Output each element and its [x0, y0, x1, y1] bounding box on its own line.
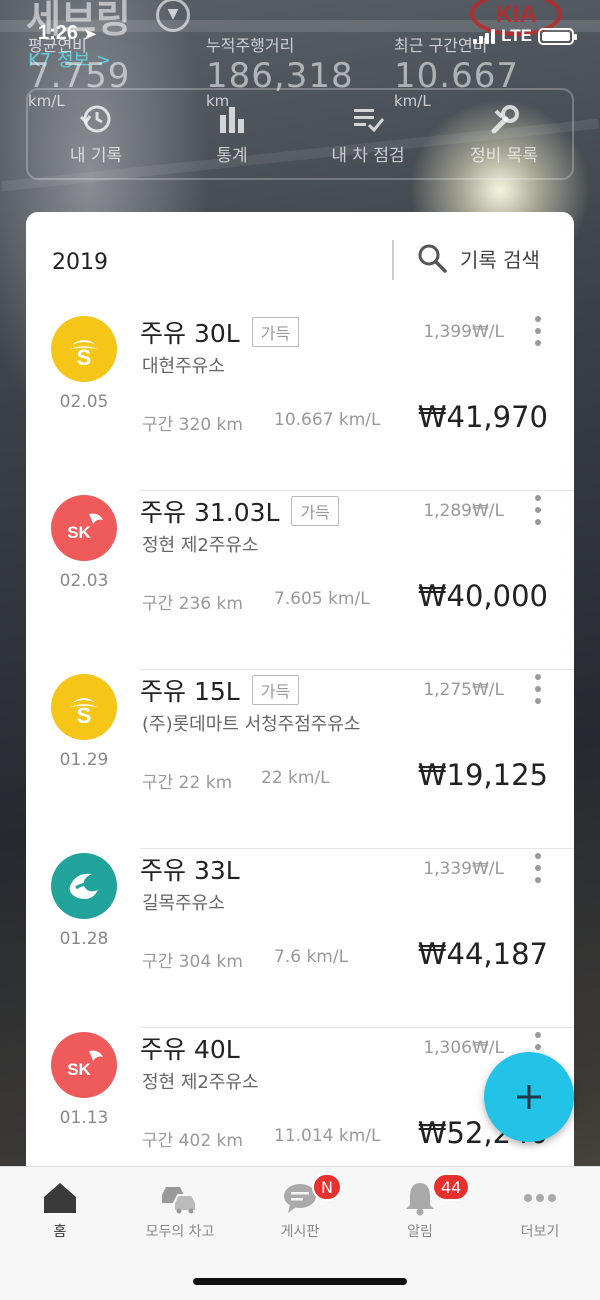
year-label: 2019 — [52, 250, 108, 275]
nav-label: 게시판 — [280, 1224, 320, 1240]
record-date: 01.29 — [59, 750, 109, 770]
network-type: LTE — [501, 26, 532, 45]
search-icon — [418, 244, 447, 273]
more-options-icon[interactable] — [532, 316, 544, 346]
more-options-icon[interactable] — [532, 674, 544, 704]
header-menu: 내 기록 통계 내 차 점검 정비 목록 — [26, 88, 574, 180]
menu-label: 내 기록 — [69, 145, 123, 166]
more-options-icon[interactable] — [532, 853, 544, 883]
unit-price: 1,275₩/L — [423, 680, 504, 700]
plus-icon — [517, 1085, 541, 1109]
segment-distance: 구간 320 km — [142, 415, 243, 435]
svg-text:S: S — [77, 345, 92, 369]
full-tank-tag: 가득 — [251, 675, 300, 705]
divider — [392, 240, 394, 280]
svg-text:S: S — [77, 703, 92, 727]
record-date: 02.03 — [59, 571, 109, 591]
full-tank-tag: 가득 — [291, 496, 339, 526]
history-icon — [79, 105, 111, 132]
fuel-record-item[interactable]: 01.28 주유 33L 길목주유소 1,339₩/L 구간 304 km 7.… — [26, 849, 574, 1028]
segment-distance: 구간 22 km — [142, 773, 233, 793]
nav-label: 더보기 — [520, 1224, 560, 1240]
battery-icon — [538, 27, 577, 45]
nav-notifications[interactable]: 44 알림 — [360, 1173, 480, 1241]
record-title: 주유 15L 가득 — [140, 672, 300, 708]
add-record-button[interactable] — [484, 1052, 574, 1142]
record-title: 주유 33L — [140, 856, 240, 885]
segment-distance: 구간 304 km — [142, 952, 243, 972]
full-tank-tag: 가득 — [251, 317, 300, 347]
nav-label: 모두의 차고 — [145, 1224, 215, 1240]
menu-car-inspection[interactable]: 내 차 점검 — [300, 90, 436, 178]
status-time: 1:26 ➤ — [38, 22, 97, 44]
segment-distance: 구간 402 km — [142, 1131, 243, 1151]
station-name: (주)롯데마트 서청주점주유소 — [142, 714, 361, 735]
location-icon: ➤ — [83, 26, 97, 43]
s-oil-logo-icon: S — [51, 316, 117, 382]
menu-label: 정비 목록 — [470, 145, 538, 166]
s-oil-logo-icon: S — [51, 674, 117, 740]
record-date: 01.13 — [59, 1108, 109, 1128]
records-card: 2019 기록 검색 S 02.05 주유 30L 가득 대현주유소 1,399₩… — [26, 212, 574, 1172]
status-indicators: LTE — [473, 26, 577, 46]
station-name: 정현 제2주유소 — [142, 1072, 259, 1093]
records-card-header: 2019 기록 검색 — [26, 212, 574, 312]
fuel-amount: ₩44,187 — [417, 937, 548, 971]
segment-efficiency: 7.6 km/L — [274, 947, 349, 967]
svg-text:SK: SK — [67, 1060, 91, 1079]
svg-text:SK: SK — [67, 523, 91, 542]
segment-efficiency: 7.605 km/L — [274, 589, 370, 609]
search-records-button[interactable]: 기록 검색 — [416, 242, 540, 274]
nav-everyones-garage[interactable]: 모두의 차고 — [120, 1179, 240, 1241]
fuel-amount: ₩19,125 — [417, 758, 548, 792]
new-badge: N — [312, 1173, 342, 1201]
menu-maintenance-list[interactable]: 정비 목록 — [436, 90, 572, 178]
station-name: 대현주유소 — [142, 356, 225, 377]
menu-statistics[interactable]: 통계 — [164, 90, 300, 178]
segment-efficiency: 22 km/L — [261, 768, 330, 788]
record-title: 주유 40L — [140, 1035, 240, 1064]
station-name: 길목주유소 — [142, 893, 225, 914]
gs-logo-icon — [51, 853, 117, 919]
unit-price: 1,339₩/L — [423, 859, 504, 879]
record-date: 02.05 — [59, 392, 109, 412]
sk-logo-icon: SK — [51, 495, 117, 561]
menu-label: 통계 — [216, 145, 248, 166]
fuel-record-item[interactable]: S 01.29 주유 15L 가득 (주)롯데마트 서청주점주유소 1,275₩/… — [26, 670, 574, 849]
menu-label: 내 차 점검 — [331, 145, 405, 166]
fuel-record-item[interactable]: SK 02.03 주유 31.03L 가득 정현 제2주유소 1,289₩/L 구… — [26, 491, 574, 670]
record-date: 01.28 — [59, 929, 109, 949]
checklist-icon — [354, 108, 385, 132]
nav-home[interactable]: 홈 — [0, 1179, 120, 1241]
bar-chart-icon — [220, 106, 244, 133]
nav-more[interactable]: 더보기 — [480, 1179, 600, 1241]
unit-price: 1,399₩/L — [423, 322, 504, 342]
status-bar: 1:26 ➤ LTE — [0, 0, 600, 46]
unit-price: 1,289₩/L — [423, 501, 504, 521]
home-icon — [44, 1183, 76, 1213]
wrench-icon — [491, 104, 519, 133]
fuel-amount: ₩40,000 — [417, 579, 548, 613]
notification-count-badge: 44 — [432, 1173, 471, 1201]
segment-efficiency: 11.014 km/L — [274, 1126, 381, 1146]
more-options-icon[interactable] — [532, 495, 544, 525]
sk-logo-icon: SK — [51, 1032, 117, 1098]
station-name: 정현 제2주유소 — [142, 535, 259, 556]
segment-distance: 구간 236 km — [142, 594, 243, 614]
cars-icon — [162, 1187, 197, 1214]
menu-my-records[interactable]: 내 기록 — [28, 90, 164, 178]
record-title: 주유 30L 가득 — [140, 314, 300, 350]
nav-label: 알림 — [407, 1224, 433, 1240]
segment-efficiency: 10.667 km/L — [274, 410, 381, 430]
home-indicator — [193, 1278, 407, 1285]
fuel-record-item[interactable]: S 02.05 주유 30L 가득 대현주유소 1,399₩/L 구간 320 k… — [26, 312, 574, 491]
fuel-amount: ₩41,970 — [417, 400, 548, 434]
signal-icon — [473, 28, 496, 44]
more-icon — [524, 1194, 556, 1202]
nav-label: 홈 — [53, 1224, 67, 1240]
search-label: 기록 검색 — [460, 247, 540, 272]
nav-board[interactable]: N 게시판 — [240, 1173, 360, 1241]
unit-price: 1,306₩/L — [423, 1038, 504, 1058]
record-title: 주유 31.03L 가득 — [140, 493, 339, 529]
